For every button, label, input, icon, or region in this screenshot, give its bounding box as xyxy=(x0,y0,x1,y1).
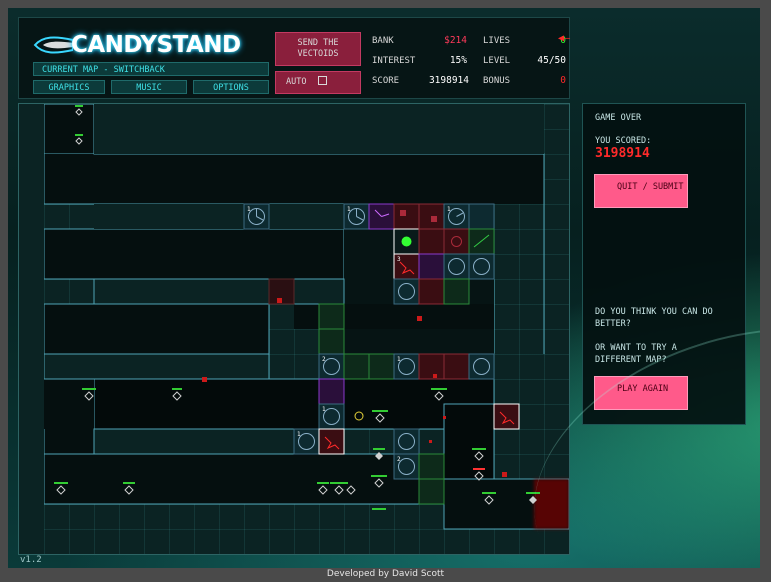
play-again-label: PLAY AGAIN xyxy=(617,384,669,394)
projectile xyxy=(443,416,446,419)
projectile xyxy=(202,377,207,382)
final-score: 3198914 xyxy=(595,146,650,161)
map-canvas: 1 1 1 3 2 1 1 1 2 xyxy=(19,104,569,554)
tower xyxy=(318,303,345,330)
tower xyxy=(418,478,445,505)
path-segment xyxy=(443,478,569,530)
wall-segment xyxy=(93,428,295,455)
candystand-logo: CANDYSTAND xyxy=(33,32,259,58)
bonus-value: 0 xyxy=(560,75,566,86)
tower xyxy=(468,253,495,280)
level-label: LEVEL xyxy=(483,56,511,66)
auto-checkbox[interactable] xyxy=(317,76,327,85)
try-better-question: DO YOU THINK YOU CAN DO BETTER? xyxy=(595,307,713,329)
game-over-title: GAME OVER xyxy=(595,113,642,123)
tower xyxy=(393,428,420,455)
developer-credit: Developed by David Scott xyxy=(326,569,445,579)
send-vectoids-button[interactable]: SEND THE VECTOIDS xyxy=(275,32,361,66)
projectile xyxy=(433,374,437,378)
game-frame: CANDYSTAND CURRENT MAP - SWITCHBACK GRAP… xyxy=(8,8,760,568)
wall-segment xyxy=(93,278,345,305)
wall-segment xyxy=(94,104,544,154)
lives-label: LIVES xyxy=(483,36,511,46)
path-segment xyxy=(44,154,544,204)
lives-arrow-icon: ◀— xyxy=(558,33,571,44)
tower xyxy=(318,428,345,455)
quit-submit-button[interactable]: QUIT / SUBMIT xyxy=(594,174,688,208)
current-map-label: CURRENT MAP - SWITCHBACK xyxy=(33,62,269,76)
projectile xyxy=(502,472,507,477)
tower xyxy=(418,353,445,380)
version-label: v1.2 xyxy=(20,555,42,565)
different-map-question: OR WANT TO TRY A DIFFERENT MAP? xyxy=(595,343,677,365)
path-segment xyxy=(44,379,94,429)
path-segment xyxy=(43,228,345,280)
path-segment xyxy=(43,453,445,505)
tower xyxy=(418,253,445,280)
tower-level-label: 1 xyxy=(347,206,351,213)
game-over-panel: GAME OVER YOU SCORED: 3198914 QUIT / SUB… xyxy=(582,103,746,425)
tower-level-label: 1 xyxy=(322,406,326,413)
level-value: 45/50 xyxy=(537,55,566,66)
projectile xyxy=(429,440,432,443)
exit-glow xyxy=(534,479,569,529)
tower-level-label: 1 xyxy=(447,206,451,213)
tower xyxy=(393,203,420,230)
interest-value: 15% xyxy=(449,55,467,66)
score-value: 3198914 xyxy=(428,75,469,86)
enemy-path xyxy=(19,104,569,554)
tower xyxy=(368,353,395,380)
auto-label: AUTO xyxy=(286,77,307,87)
score-label: SCORE xyxy=(372,76,400,86)
music-button[interactable]: MUSIC xyxy=(111,80,187,94)
game-board[interactable]: 1 1 1 3 2 1 1 1 2 xyxy=(18,103,570,555)
bonus-label: BONUS xyxy=(483,76,511,86)
tower-level-label: 3 xyxy=(397,256,401,263)
tower xyxy=(318,378,345,405)
tower-level-label: 1 xyxy=(397,356,401,363)
tower xyxy=(493,403,520,430)
projectile xyxy=(417,316,422,321)
tower xyxy=(468,228,495,255)
logo-wordmark: CANDYSTAND xyxy=(71,32,241,58)
tower xyxy=(343,353,370,380)
path-segment xyxy=(93,378,495,430)
tower-level-label: 2 xyxy=(322,356,326,363)
flame-icon xyxy=(33,36,73,54)
tower xyxy=(443,253,470,280)
tower-level-label: 1 xyxy=(297,431,301,438)
tower xyxy=(393,278,420,305)
bank-label: BANK xyxy=(372,36,394,46)
tower xyxy=(468,203,495,230)
quit-submit-label: QUIT / SUBMIT xyxy=(617,182,684,192)
enemy xyxy=(372,508,386,510)
projectile xyxy=(277,298,282,303)
graphics-button[interactable]: GRAPHICS xyxy=(33,80,105,94)
tower xyxy=(418,228,445,255)
tower xyxy=(443,353,470,380)
auto-toggle[interactable]: AUTO xyxy=(275,71,361,94)
tower-level-label: 2 xyxy=(397,456,401,463)
tower xyxy=(318,328,345,355)
path-segment xyxy=(43,303,270,355)
tower xyxy=(418,203,445,230)
tower xyxy=(393,228,420,255)
tower xyxy=(468,353,495,380)
options-button[interactable]: OPTIONS xyxy=(193,80,269,94)
wall-segment xyxy=(19,104,44,554)
play-again-button[interactable]: PLAY AGAIN xyxy=(594,376,688,410)
hud-panel: CANDYSTAND CURRENT MAP - SWITCHBACK GRAP… xyxy=(18,17,570,99)
interest-label: INTEREST xyxy=(372,56,416,66)
bank-value: $214 xyxy=(444,35,467,46)
wall-segment xyxy=(43,353,270,380)
tower xyxy=(443,278,470,305)
path-segment xyxy=(43,104,95,155)
tower xyxy=(368,203,395,230)
tower xyxy=(418,453,445,480)
tower xyxy=(418,278,445,305)
tower xyxy=(443,228,470,255)
tower-level-label: 1 xyxy=(247,206,251,213)
